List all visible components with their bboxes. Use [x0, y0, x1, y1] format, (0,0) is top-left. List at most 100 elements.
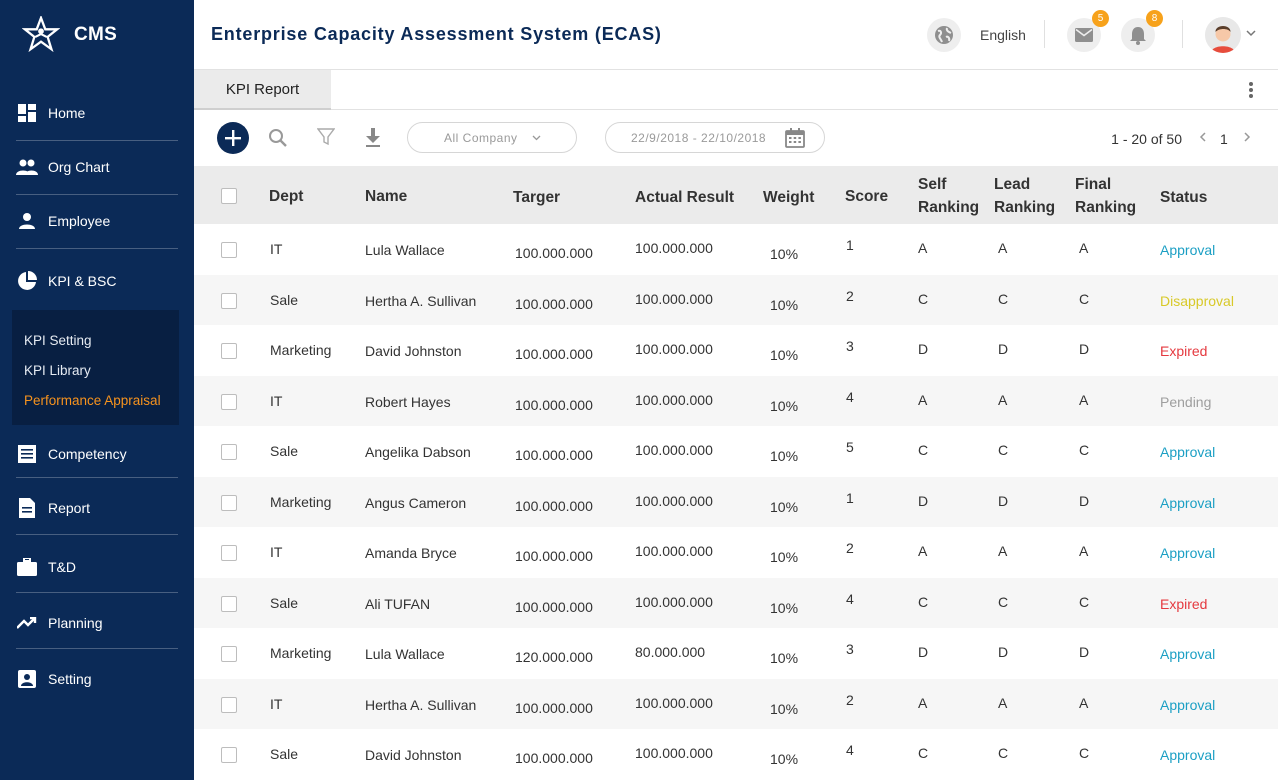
search-icon[interactable]	[268, 128, 288, 148]
select-all-checkbox[interactable]	[221, 188, 237, 204]
row-checkbox[interactable]	[221, 646, 237, 662]
column-header-self-ranking[interactable]: Self Ranking	[918, 173, 979, 219]
cell-self-ranking: D	[918, 341, 929, 357]
table-row[interactable]: Sale David Johnston 100.000.000 100.000.000…	[194, 729, 1278, 780]
language-label[interactable]: English	[980, 27, 1026, 43]
table-row[interactable]: Sale Angelika Dabson 100.000.000 100.000.00…	[194, 426, 1278, 477]
cell-final-ranking: C	[1079, 290, 1090, 307]
cell-weight: 10%	[770, 397, 799, 414]
tab-kpi-report[interactable]: KPI Report	[194, 70, 331, 110]
row-checkbox[interactable]	[221, 494, 237, 511]
more-vert-icon[interactable]	[1248, 81, 1254, 99]
cell-weight: 10%	[770, 549, 799, 565]
cell-score: 4	[846, 742, 854, 758]
table-row[interactable]: IT Amanda Bryce 100.000.000 100.000.000 10% 2…	[194, 527, 1278, 578]
table-row[interactable]: IT Robert Hayes 100.000.000 100.000.000 10% 4…	[194, 375, 1278, 426]
cell-actual-result: 100.000.000	[635, 745, 713, 761]
cell-actual-result: 100.000.000	[635, 492, 713, 509]
download-icon[interactable]	[365, 128, 381, 147]
sidebar-item-report[interactable]: Report	[16, 497, 178, 519]
cell-weight: 10%	[770, 599, 799, 616]
submenu-item-kpi-setting[interactable]: KPI Setting	[24, 333, 92, 348]
sidebar-item-setting[interactable]: Setting	[16, 668, 178, 690]
cell-lead-ranking: A	[998, 391, 1008, 408]
column-header-lead-ranking[interactable]: Lead Ranking	[994, 173, 1055, 219]
add-button[interactable]	[217, 122, 249, 154]
cell-status: Approval	[1160, 545, 1216, 561]
row-checkbox[interactable]	[221, 595, 237, 612]
sidebar-item-org-chart[interactable]: Org Chart	[16, 156, 178, 178]
column-header-actual-result[interactable]: Actual Result	[635, 186, 734, 209]
table-row[interactable]: Marketing Angus Cameron 100.000.000 100.000…	[194, 476, 1278, 527]
cell-lead-ranking: C	[998, 745, 1009, 761]
column-header-dept[interactable]: Dept	[269, 185, 303, 208]
sidebar-item-kpi-bsc[interactable]: KPI & BSC	[16, 270, 178, 292]
date-range-picker[interactable]: 22/9/2018 - 22/10/2018	[605, 122, 825, 153]
sidebar-item-employee[interactable]: Employee	[16, 210, 178, 232]
document-icon	[16, 497, 38, 519]
cell-self-ranking: C	[918, 442, 929, 458]
cell-score: 3	[846, 641, 854, 657]
row-checkbox[interactable]	[221, 747, 237, 763]
chevron-left-icon[interactable]	[1199, 132, 1206, 142]
chevron-right-icon[interactable]	[1244, 132, 1251, 142]
sidebar-item-planning[interactable]: Planning	[16, 612, 178, 634]
cell-final-ranking: A	[1079, 694, 1089, 711]
cell-name: Hertha A. Sullivan	[365, 292, 477, 309]
column-header-score[interactable]: Score	[845, 185, 888, 208]
row-checkbox[interactable]	[221, 343, 237, 359]
table-row[interactable]: Sale Hertha A. Sullivan 100.000.000 100.000…	[194, 274, 1278, 325]
cell-lead-ranking: A	[998, 694, 1008, 711]
column-header-weight[interactable]: Weight	[763, 186, 814, 209]
row-checkbox[interactable]	[221, 242, 237, 258]
divider	[1182, 20, 1183, 48]
current-page[interactable]: 1	[1220, 131, 1228, 147]
column-header-status[interactable]: Status	[1160, 186, 1207, 209]
cell-target: 100.000.000	[515, 548, 593, 564]
cell-actual-result: 100.000.000	[635, 593, 713, 610]
mail-button[interactable]: 5	[1067, 10, 1109, 52]
sidebar-item-t-and-d[interactable]: T&D	[16, 556, 178, 578]
row-checkbox[interactable]	[221, 545, 237, 561]
column-header-target[interactable]: Targer	[513, 186, 560, 209]
submenu-item-performance-appraisal[interactable]: Performance Appraisal	[24, 393, 161, 408]
avatar[interactable]	[1205, 17, 1241, 53]
column-header-name[interactable]: Name	[365, 185, 407, 208]
cell-final-ranking: A	[1079, 543, 1089, 559]
sidebar-item-home[interactable]: Home	[16, 102, 178, 124]
cell-lead-ranking: C	[998, 593, 1009, 610]
pie-chart-icon	[16, 270, 38, 292]
cell-target: 100.000.000	[515, 497, 593, 514]
cell-target: 100.000.000	[515, 447, 593, 463]
cell-status: Approval	[1160, 444, 1216, 460]
row-checkbox[interactable]	[221, 444, 237, 460]
cell-dept: IT	[270, 695, 283, 712]
row-checkbox[interactable]	[221, 393, 237, 410]
notifications-button[interactable]: 8	[1121, 10, 1163, 52]
row-checkbox[interactable]	[221, 292, 237, 309]
chevron-down-icon[interactable]	[1246, 30, 1256, 37]
table-row[interactable]: IT Lula Wallace 100.000.000 100.000.000 10% 1…	[194, 224, 1278, 275]
cell-lead-ranking: A	[998, 543, 1008, 559]
column-header-final-ranking[interactable]: Final Ranking	[1075, 173, 1136, 219]
table-row[interactable]: IT Hertha A. Sullivan 100.000.000 100.000.0…	[194, 678, 1278, 729]
brand-logo[interactable]: CMS	[22, 16, 117, 54]
cell-score: 2	[846, 691, 854, 708]
row-checkbox[interactable]	[221, 696, 237, 713]
cell-final-ranking: C	[1079, 442, 1090, 458]
table-row[interactable]: Sale Ali TUFAN 100.000.000 100.000.000 10% 4 C…	[194, 577, 1278, 628]
submenu-item-kpi-library[interactable]: KPI Library	[24, 363, 91, 378]
filter-icon[interactable]	[317, 128, 335, 146]
company-filter-select[interactable]: All Company	[407, 122, 577, 153]
language-button[interactable]	[927, 18, 961, 52]
list-icon	[16, 443, 38, 465]
cell-dept: Marketing	[270, 342, 332, 358]
cell-lead-ranking: D	[998, 341, 1009, 357]
table-body: IT Lula Wallace 100.000.000 100.000.000 10% 1…	[194, 224, 1278, 780]
header-line: Ranking	[1075, 199, 1137, 216]
table-row[interactable]: Marketing David Johnston 100.000.000 100.00…	[194, 325, 1278, 376]
sidebar-item-competency[interactable]: Competency	[16, 443, 178, 465]
cell-actual-result: 100.000.000	[635, 290, 713, 307]
table-row[interactable]: Marketing Lula Wallace 120.000.000 80.000.0…	[194, 628, 1278, 679]
star-logo-icon	[22, 16, 60, 53]
